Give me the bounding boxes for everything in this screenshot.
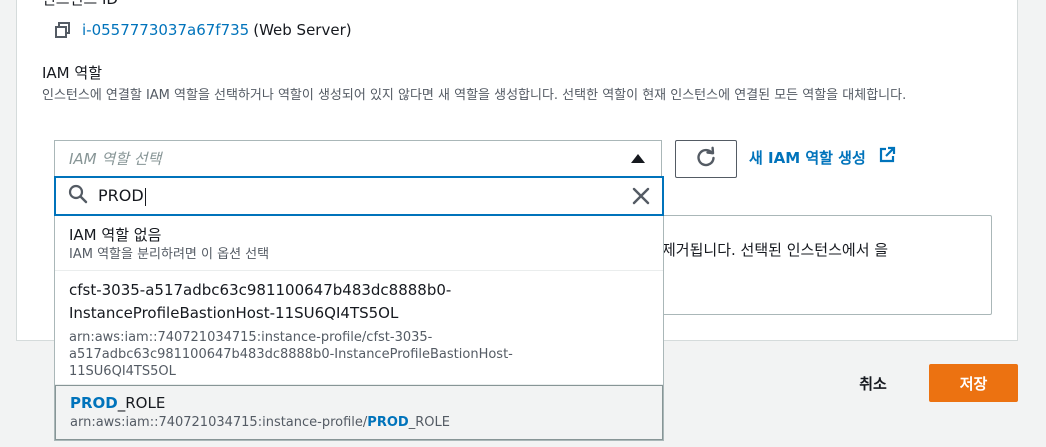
option-arn: arn:aws:iam::740721034715:instance-profi…: [70, 414, 662, 431]
option-arn-line1: arn:aws:iam::740721034715:instance-profi…: [69, 330, 433, 345]
option-arn-line3: 11SU6QI4TS5OL: [69, 364, 176, 379]
option-cfst-role[interactable]: cfst-3035-a517adbc63c981100647b483dc8888…: [55, 271, 663, 385]
option-title-line2: InstanceProfileBastionHost-11SU6QI4TS5OL: [69, 304, 399, 322]
iam-role-description: 인스턴스에 연결할 IAM 역할을 선택하거나 역할이 생성되어 있지 않다면 …: [42, 88, 907, 103]
match-highlight: PROD: [367, 415, 409, 430]
option-prod-role[interactable]: PROD_ROLE arn:aws:iam::740721034715:inst…: [55, 385, 663, 440]
option-title-line1: cfst-3035-a517adbc63c981100647b483dc8888…: [69, 281, 452, 299]
close-icon[interactable]: [632, 187, 650, 205]
option-title-rest: _ROLE: [117, 394, 166, 412]
search-value: PROD: [98, 186, 146, 206]
refresh-icon: [695, 146, 717, 172]
option-arn-line2: a517adbc63c981100647b483dc8888b0-Instanc…: [69, 347, 513, 362]
role-dropdown-list: IAM 역할 없음 IAM 역할을 분리하려면 이 옵션 선택 cfst-303…: [54, 216, 664, 441]
option-subtitle: IAM 역할을 분리하려면 이 옵션 선택: [69, 247, 270, 262]
instance-id-label: 인스턴스 ID: [42, 0, 118, 9]
caret-up-icon: [631, 154, 645, 163]
match-highlight: PROD: [70, 394, 118, 412]
option-no-role[interactable]: IAM 역할 없음 IAM 역할을 분리하려면 이 옵션 선택: [55, 216, 663, 271]
copy-icon[interactable]: [54, 21, 72, 39]
save-button[interactable]: 저장: [929, 364, 1018, 402]
option-title: PROD_ROLE: [70, 392, 662, 414]
iam-role-label: IAM 역할: [42, 64, 102, 82]
cancel-button[interactable]: 취소: [850, 365, 896, 401]
search-icon: [68, 184, 88, 208]
create-iam-role-label: 새 IAM 역할 생성: [749, 148, 866, 167]
background-alert-text: 제거됩니다. 선택된 인스턴스에서 을: [662, 241, 889, 259]
select-placeholder: IAM 역할 선택: [69, 150, 162, 168]
option-arn-prefix: arn:aws:iam::740721034715:instance-profi…: [70, 415, 368, 430]
iam-role-select[interactable]: IAM 역할 선택: [54, 140, 662, 176]
instance-id-link[interactable]: i-0557773037a67f735: [82, 21, 249, 39]
external-link-icon: [878, 146, 896, 168]
option-arn-rest: _ROLE: [408, 415, 450, 430]
option-title: IAM 역할 없음: [69, 226, 162, 244]
create-iam-role-link[interactable]: 새 IAM 역할 생성: [749, 146, 896, 168]
instance-name: (Web Server): [253, 21, 352, 39]
refresh-button[interactable]: [675, 140, 737, 178]
role-search-input[interactable]: PROD: [54, 176, 664, 216]
instance-row: i-0557773037a67f735 (Web Server): [54, 18, 352, 42]
